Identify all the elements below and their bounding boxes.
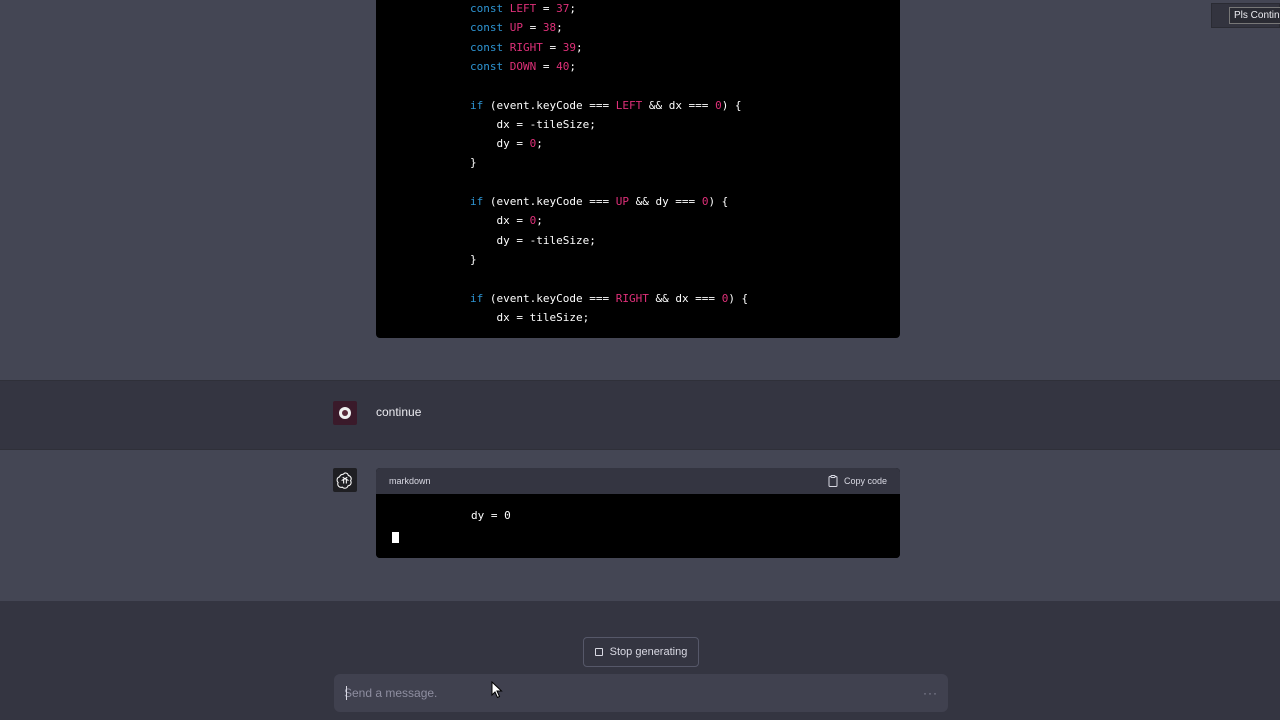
user-message-row: continue [0,380,1280,450]
code-token: = [542,40,563,54]
stop-generating-label: Stop generating [609,646,688,658]
code-token: if [470,98,484,112]
code-line: const DOWN = 40; [470,59,576,75]
code-line: if (event.keyCode === LEFT && dx === 0) … [470,98,742,114]
code-block-previous: const LEFT = 37; const UP = 38; const RIGH… [376,0,900,338]
code-token: UP [615,195,629,208]
code-token: = [536,2,557,15]
code-token: ) { [708,195,729,208]
message-input-container[interactable]: ··· [334,674,948,712]
code-token: if [470,195,484,208]
code-line: if (event.keyCode === RIGHT && dx === 0)… [470,291,748,307]
code-token: = [523,21,543,35]
streaming-cursor [392,532,399,543]
code-token: ) { [728,291,749,305]
code-line: dx = -tileSize; [470,117,596,133]
code-token: dx = [470,214,530,228]
code-token: 39 [562,40,576,54]
code-token: (event.keyCode === [483,291,616,305]
code-token: dy = -tileSize; [470,233,596,247]
code-line: } [470,155,477,171]
code-token: RIGHT [509,40,543,54]
code-token: const [470,40,510,54]
message-input[interactable] [344,683,904,703]
clipboard-icon [828,475,838,487]
code-token: && dy === [628,195,702,208]
code-token: 38 [542,21,557,35]
code-token: (event.keyCode === [483,98,616,112]
stop-icon [594,648,603,656]
text-caret [346,686,347,700]
code-content: const LEFT = 37; const UP = 38; const RIGH… [376,0,900,338]
code-token: UP [509,21,523,35]
code-token: ; [556,21,563,35]
chatgpt-logo-icon [333,468,357,492]
code-line: if (event.keyCode === UP && dy === 0) { [470,194,728,210]
user-message-text: continue [376,405,422,419]
code-token: const [470,2,510,15]
code-token: 0 [715,98,722,112]
code-line: dy = 0 [471,509,511,522]
code-line: dx = tileSize; [470,310,589,326]
copy-code-label: Copy code [843,476,887,486]
code-token: const [470,21,510,35]
copy-code-button[interactable]: Copy code [828,474,887,488]
composer-area: Stop generating ··· [0,601,1280,720]
code-token: DOWN [509,59,537,73]
code-token: 37 [556,2,570,15]
code-token: ; [536,214,543,228]
stop-generating-button[interactable]: Stop generating [583,637,699,667]
code-token: } [470,252,477,266]
previous-response-area: const LEFT = 37; const UP = 38; const RIGH… [0,0,1280,380]
code-token: && dx === [648,291,722,305]
code-block-current: markdown Copy code dy = 0 [376,468,900,558]
code-token: ; [569,2,576,15]
code-token: ; [576,40,583,54]
code-token: = [536,59,557,73]
code-token: ; [536,137,543,151]
code-token: dx = tileSize; [470,310,590,324]
code-token: LEFT [509,2,537,15]
code-line: const LEFT = 37; [470,1,576,17]
code-line: dy = -tileSize; [470,233,596,249]
code-token: && dx === [642,98,716,112]
mouse-pointer-icon [491,681,503,699]
code-token: dy = [470,137,530,151]
code-line: dy = 0; [470,136,543,152]
user-avatar [333,401,357,425]
ellipsis-icon: ··· [923,686,938,700]
code-line: dx = 0; [470,213,543,229]
code-token: if [470,291,484,305]
code-token: ) { [721,98,742,112]
assistant-message-row: markdown Copy code dy = 0 [0,451,1280,601]
code-line: } [470,252,477,268]
code-token: dx = -tileSize; [470,117,596,131]
code-token: RIGHT [615,291,649,305]
code-token: } [470,156,477,170]
code-block-header: markdown Copy code [376,468,900,494]
continue-extension-button[interactable]: Pls Continue [1229,7,1280,24]
code-block-body: dy = 0 [376,494,900,558]
code-token: ; [569,59,576,73]
code-language-label: markdown [389,476,431,486]
code-token: (event.keyCode === [483,195,616,208]
code-line: const UP = 38; [470,20,563,36]
code-line: const RIGHT = 39; [470,40,583,56]
code-token: LEFT [615,98,643,112]
code-token: const [470,59,510,73]
code-token: 40 [556,59,570,73]
